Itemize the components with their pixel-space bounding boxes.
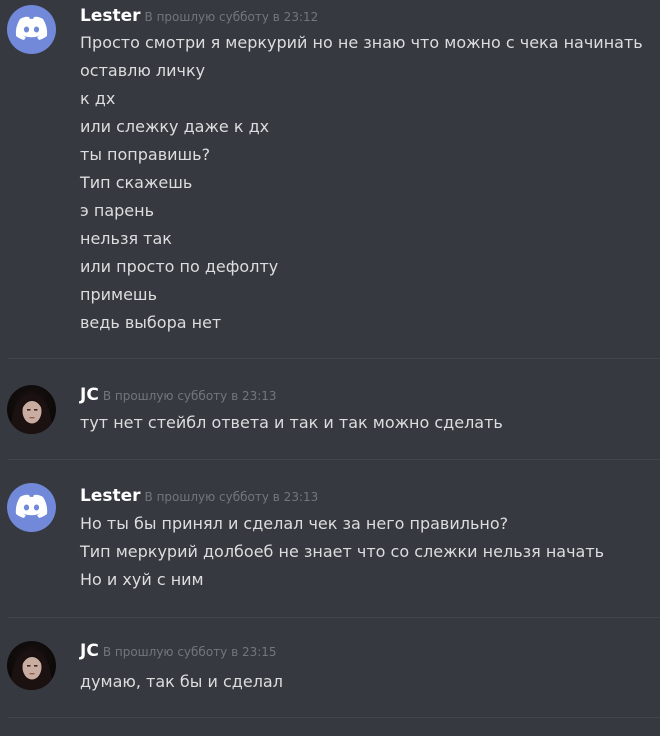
author-name[interactable]: Lester — [80, 6, 141, 26]
message-divider — [8, 358, 660, 359]
message-content: думаю, так бы и сделал — [80, 674, 283, 702]
message-line: Но и хуй с ним — [80, 570, 204, 589]
message-group: Lester В прошлую субботу в 23:12 Просто с… — [0, 0, 660, 355]
author-name[interactable]: Lester — [80, 486, 141, 506]
message-line: или просто по дефолту — [80, 257, 279, 276]
message-group: JC В прошлую субботу в 23:15 думаю, так б… — [0, 641, 660, 711]
message-line: Тип меркурий долбоеб не знает что со сле… — [80, 542, 605, 561]
avatar[interactable] — [7, 641, 56, 690]
user-photo-icon — [10, 392, 53, 434]
message-content: Но ты бы принял и сделал чек за него пра… — [80, 516, 604, 600]
avatar[interactable] — [7, 5, 56, 54]
message-content: тут нет стейбл ответа и так и так можно … — [80, 415, 503, 443]
timestamp: В прошлую субботу в 23:13 — [144, 490, 319, 504]
avatar[interactable] — [7, 385, 56, 434]
timestamp: В прошлую субботу в 23:15 — [102, 645, 277, 659]
message-line: или слежку даже к дх — [80, 117, 270, 136]
message-line: нельзя так — [80, 229, 172, 248]
avatar[interactable] — [7, 483, 56, 532]
message-divider — [8, 459, 660, 460]
message-divider — [8, 717, 660, 718]
author-name[interactable]: JC — [80, 385, 99, 405]
message-line: примешь — [80, 285, 157, 304]
message-line: к дх — [80, 89, 116, 108]
message-line: оставлю личку — [80, 61, 206, 80]
message-divider — [8, 617, 660, 618]
message-line: Но ты бы принял и сделал чек за него пра… — [80, 514, 509, 533]
message-line: Просто смотри я меркурий но не знаю что … — [80, 33, 643, 52]
timestamp: В прошлую субботу в 23:12 — [144, 10, 319, 24]
discord-logo-icon — [15, 494, 48, 518]
message-content: Просто смотри я меркурий но не знаю что … — [80, 35, 643, 343]
user-photo-icon — [10, 648, 53, 690]
message-line: ведь выбора нет — [80, 313, 222, 332]
message-header: Lester В прошлую субботу в 23:12 — [80, 6, 318, 26]
message-line: э парень — [80, 201, 155, 220]
message-header: JC В прошлую субботу в 23:15 — [80, 641, 277, 661]
timestamp: В прошлую субботу в 23:13 — [102, 389, 277, 403]
message-group: JC В прошлую субботу в 23:13 тут нет стей… — [0, 385, 660, 455]
message-group: Lester В прошлую субботу в 23:13 Но ты бы… — [0, 483, 660, 613]
message-line: думаю, так бы и сделал — [80, 672, 283, 691]
message-line: тут нет стейбл ответа и так и так можно … — [80, 413, 503, 432]
message-line: ты поправишь? — [80, 145, 211, 164]
message-header: JC В прошлую субботу в 23:13 — [80, 385, 277, 405]
message-header: Lester В прошлую субботу в 23:13 — [80, 486, 318, 506]
author-name[interactable]: JC — [80, 641, 99, 661]
discord-logo-icon — [15, 16, 48, 40]
message-line: Тип скажешь — [80, 173, 193, 192]
